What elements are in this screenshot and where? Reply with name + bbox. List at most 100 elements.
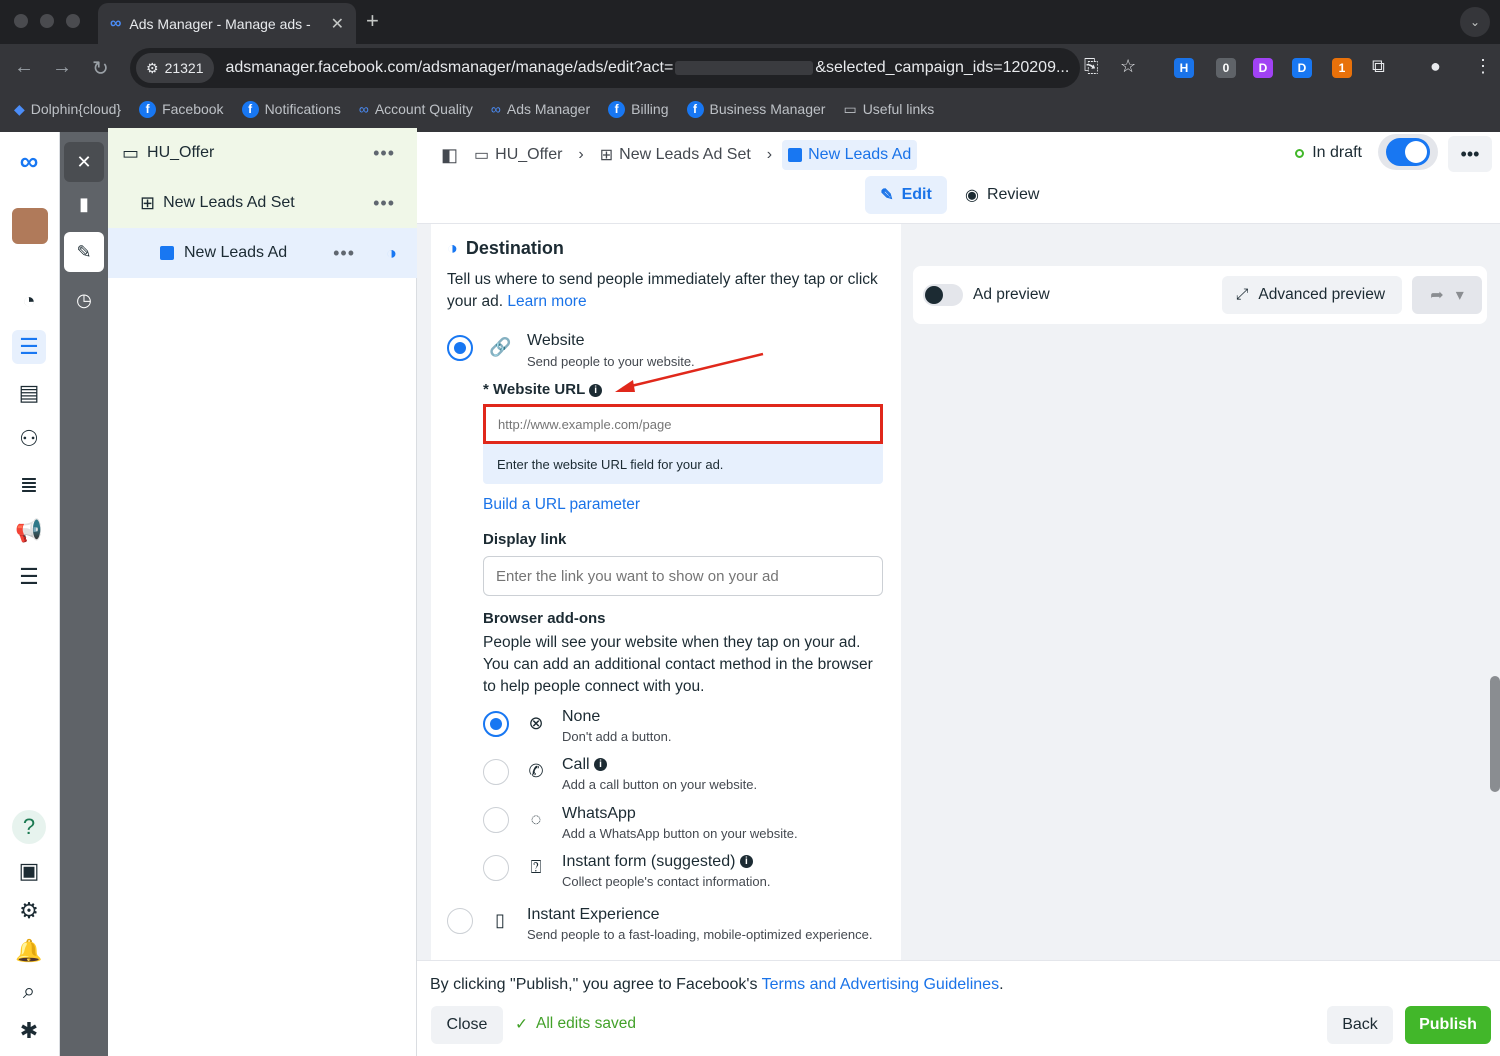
maximize-window-button[interactable] (66, 14, 80, 28)
publish-button[interactable]: Publish (1405, 1006, 1491, 1044)
addon-whatsapp-radio[interactable] (483, 807, 509, 833)
tree-adset-label: New Leads Ad Set (163, 194, 295, 211)
bookmark-notifications[interactable]: f Notifications (241, 100, 341, 118)
addon-call-title: Call i (562, 756, 608, 774)
ad-status-toggle[interactable] (1378, 134, 1438, 170)
reload-icon[interactable]: ↻ (92, 56, 109, 81)
tree-ad-label: New Leads Ad (184, 244, 288, 261)
bookmark-dolphin[interactable]: ◆ Dolphin{cloud} (14, 101, 121, 118)
info-icon[interactable]: i (594, 758, 608, 772)
instant-experience-radio[interactable] (447, 908, 473, 934)
gauge-icon[interactable]: ◔ (12, 284, 46, 318)
chart-icon[interactable]: ▮ (64, 184, 104, 224)
info-icon[interactable]: i (589, 383, 603, 397)
breadcrumb-ad[interactable]: New Leads Ad (782, 140, 918, 170)
extension-orange-icon[interactable]: 1 (1332, 58, 1352, 78)
facebook-icon: f (241, 100, 259, 118)
tab-search-button[interactable]: ⌄ (1460, 7, 1490, 37)
browser-menu-icon[interactable]: ⋮ (1474, 56, 1492, 77)
bug-report-icon[interactable]: ✱ (12, 1014, 46, 1048)
audiences-icon[interactable]: ⚇ (12, 422, 46, 456)
close-button[interactable]: Close (431, 1006, 503, 1044)
edit-pencil-icon[interactable]: ✎ (64, 232, 104, 272)
bookmark-star-icon[interactable]: ☆ (1120, 56, 1136, 77)
addon-instant-form-radio[interactable] (483, 855, 509, 881)
install-app-icon[interactable]: ⎘ (1084, 56, 1098, 77)
close-tab-icon[interactable]: ✕ (331, 14, 344, 34)
tab-edit[interactable]: ✎ Edit (865, 176, 947, 214)
preview-toolbar: Ad preview ⤢ Advanced preview ➦ ▾ (913, 266, 1487, 324)
red-arrow-annotation (615, 352, 764, 392)
adset-more-icon[interactable]: ••• (373, 193, 395, 214)
settings-gear-icon[interactable]: ⚙ (12, 894, 46, 928)
extension-tabs-icon[interactable]: 0 (1216, 58, 1236, 78)
campaign-more-icon[interactable]: ••• (373, 143, 395, 164)
addon-call-radio[interactable] (483, 759, 509, 785)
info-icon[interactable]: i (739, 855, 753, 869)
website-radio[interactable] (447, 335, 473, 361)
page-scrollbar[interactable] (1490, 676, 1500, 792)
more-options-button[interactable]: ••• (1448, 136, 1492, 172)
extension-blue-icon[interactable]: D (1292, 58, 1312, 78)
adset-grid-icon: ⊞ (140, 192, 156, 213)
tree-campaign-row[interactable]: ▭ HU_Offer ••• (108, 128, 417, 178)
browser-chrome: ∞ Ads Manager - Manage ads - ✕ + ⌄ ← → ↻… (0, 0, 1500, 132)
display-link-input[interactable] (483, 556, 883, 596)
share-dropdown-button[interactable]: ➦ ▾ (1412, 276, 1482, 314)
help-icon[interactable]: ? (12, 810, 46, 844)
bookmark-account-quality[interactable]: ∞ Account Quality (359, 101, 473, 117)
ad-more-icon[interactable]: ••• (333, 243, 355, 264)
minimize-window-button[interactable] (40, 14, 54, 28)
breadcrumb-adset[interactable]: ⊞ New Leads Ad Set (594, 140, 757, 170)
browser-tab[interactable]: ∞ Ads Manager - Manage ads - ✕ (98, 3, 356, 44)
bookmark-facebook[interactable]: f Facebook (139, 100, 224, 118)
build-url-parameter-link[interactable]: Build a URL parameter (483, 496, 640, 514)
forward-arrow-icon[interactable]: → (52, 56, 72, 79)
website-url-input[interactable] (483, 404, 883, 444)
bookmark-business-manager[interactable]: f Business Manager (686, 100, 825, 118)
avatar[interactable] (12, 208, 48, 244)
meta-icon: ∞ (490, 101, 501, 117)
close-window-button[interactable] (14, 14, 28, 28)
adset-grid-icon: ⊞ (599, 147, 614, 164)
address-bar[interactable]: ⚙ 21321 adsmanager.facebook.com/adsmanag… (130, 48, 1080, 88)
back-button[interactable]: Back (1327, 1006, 1393, 1044)
history-clock-icon[interactable]: ◷ (64, 280, 104, 320)
website-title: Website (527, 332, 585, 349)
url-hint: Enter the website URL field for your ad. (497, 457, 724, 472)
circle-x-icon: ⊗ (528, 713, 544, 733)
back-arrow-icon[interactable]: ← (14, 56, 34, 79)
meta-logo-icon[interactable]: ∞ (12, 144, 46, 178)
close-editor-icon[interactable]: ✕ (64, 142, 104, 182)
bookmark-billing[interactable]: f Billing (608, 100, 669, 118)
extension-d-icon[interactable]: D (1253, 58, 1273, 78)
bookmark-ads-manager[interactable]: ∞ Ads Manager (491, 101, 590, 117)
notifications-bell-icon[interactable]: 🔔 (12, 934, 46, 968)
breadcrumb: ◧ ▭ HU_Offer › ⊞ New Leads Ad Set › New Le… (441, 140, 918, 170)
site-info-chip[interactable]: ⚙ 21321 (136, 53, 214, 83)
menu-hamburger-icon[interactable]: ☰ (12, 560, 46, 594)
news-icon[interactable]: ▣ (12, 854, 46, 888)
draft-label: In draft (1312, 144, 1362, 161)
tree-adset-row[interactable]: ⊞ New Leads Ad Set ••• (108, 178, 417, 228)
learn-more-link[interactable]: Learn more (507, 293, 586, 310)
new-tab-button[interactable]: + (366, 8, 379, 34)
profile-icon[interactable]: ● (1430, 56, 1441, 77)
addon-none-radio[interactable] (483, 711, 509, 737)
breadcrumb-campaign[interactable]: ▭ HU_Offer (468, 140, 568, 170)
draft-status: In draft (1295, 144, 1362, 162)
bookmark-useful-links[interactable]: ▭ Useful links (843, 101, 934, 118)
advanced-preview-button[interactable]: ⤢ Advanced preview (1222, 276, 1402, 314)
catalog-icon[interactable]: ▤ (12, 376, 46, 410)
extensions-puzzle-icon[interactable]: ⧉ (1372, 56, 1385, 77)
search-icon[interactable]: ⌕ (12, 974, 46, 1008)
panel-toggle-icon[interactable]: ◧ (441, 145, 458, 166)
tab-review[interactable]: ◉ Review (965, 176, 1039, 214)
billing-stack-icon[interactable]: ≣ (12, 468, 46, 502)
ad-preview-toggle[interactable] (923, 284, 963, 306)
megaphone-icon[interactable]: 📢 (12, 514, 46, 548)
terms-link[interactable]: Terms and Advertising Guidelines (762, 976, 999, 993)
extension-h-icon[interactable]: H (1174, 58, 1194, 78)
tree-ad-row[interactable]: New Leads Ad ••• ◑ (108, 228, 417, 278)
campaigns-table-icon[interactable]: ☰ (12, 330, 46, 364)
